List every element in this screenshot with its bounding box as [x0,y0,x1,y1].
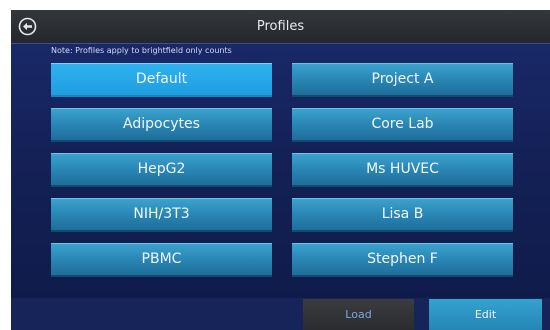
title-bar: Profiles [11,10,550,44]
profile-button[interactable]: PBMC [51,243,272,277]
profile-button[interactable]: Lisa B [292,198,513,232]
profile-button[interactable]: Core Lab [292,108,513,142]
profile-button[interactable]: Stephen F [292,243,513,277]
profiles-screen: Profiles Note: Profiles apply to brightf… [11,10,550,330]
back-button[interactable] [18,17,37,36]
profile-button[interactable]: Project A [292,63,513,97]
circle-arrow-left-icon [18,17,37,36]
note-text: Note: Profiles apply to brightfield only… [51,46,232,55]
profile-button[interactable]: NIH/3T3 [51,198,272,232]
profile-button[interactable]: HepG2 [51,153,272,187]
profile-button[interactable]: Ms HUVEC [292,153,513,187]
profile-button[interactable]: Default [51,63,272,97]
edit-button[interactable]: Edit [429,299,542,330]
page-title: Profiles [256,19,305,34]
profile-button[interactable]: Adipocytes [51,108,272,142]
load-button[interactable]: Load [303,299,414,330]
